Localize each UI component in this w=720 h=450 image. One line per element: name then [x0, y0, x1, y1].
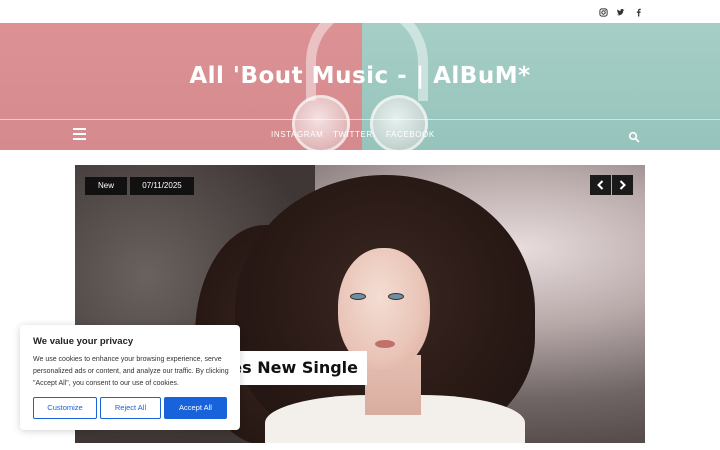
top-social-bar — [0, 0, 720, 23]
chevron-left-icon — [597, 180, 604, 190]
cookie-description: We use cookies to enhance your browsing … — [33, 356, 229, 387]
cookie-consent-banner: We value your privacy We use cookies to … — [20, 325, 240, 430]
hero-image-eye — [388, 293, 404, 300]
site-title[interactable]: All 'Bout Music - | AlBuM* — [0, 63, 720, 89]
hero-image-eye — [350, 293, 366, 300]
customize-button[interactable]: Customize — [33, 397, 97, 419]
headphone-earcup-left — [292, 95, 350, 150]
nav-divider — [0, 119, 720, 120]
headphone-earcup-right — [370, 95, 428, 150]
chevron-right-icon — [619, 180, 626, 190]
facebook-icon[interactable] — [632, 6, 644, 18]
date-badge: 07/11/2025 — [130, 177, 194, 195]
slider-next-button[interactable] — [612, 175, 633, 195]
headphones-image — [306, 23, 428, 101]
hero-image-lips — [375, 340, 395, 348]
instagram-icon[interactable] — [597, 6, 609, 18]
nav-link-facebook[interactable]: FACEBOOK — [386, 130, 435, 139]
reject-all-button[interactable]: Reject All — [100, 397, 161, 419]
nav-link-twitter[interactable]: TWITTER — [333, 130, 373, 139]
featured-post-title[interactable]: ses New Single — [228, 351, 367, 385]
nav-link-instagram[interactable]: INSTAGRAM — [271, 130, 323, 139]
cookie-title: We value your privacy — [33, 336, 134, 347]
hamburger-menu-icon[interactable] — [73, 128, 86, 140]
category-badge[interactable]: New — [85, 177, 127, 195]
featured-post-title-text: ses New Single — [228, 358, 358, 377]
twitter-icon[interactable] — [614, 6, 626, 18]
site-header: All 'Bout Music - | AlBuM* INSTAGRAM TWI… — [0, 23, 720, 150]
slider-prev-button[interactable] — [590, 175, 611, 195]
search-icon[interactable] — [628, 128, 640, 143]
accept-all-button[interactable]: Accept All — [164, 397, 227, 419]
